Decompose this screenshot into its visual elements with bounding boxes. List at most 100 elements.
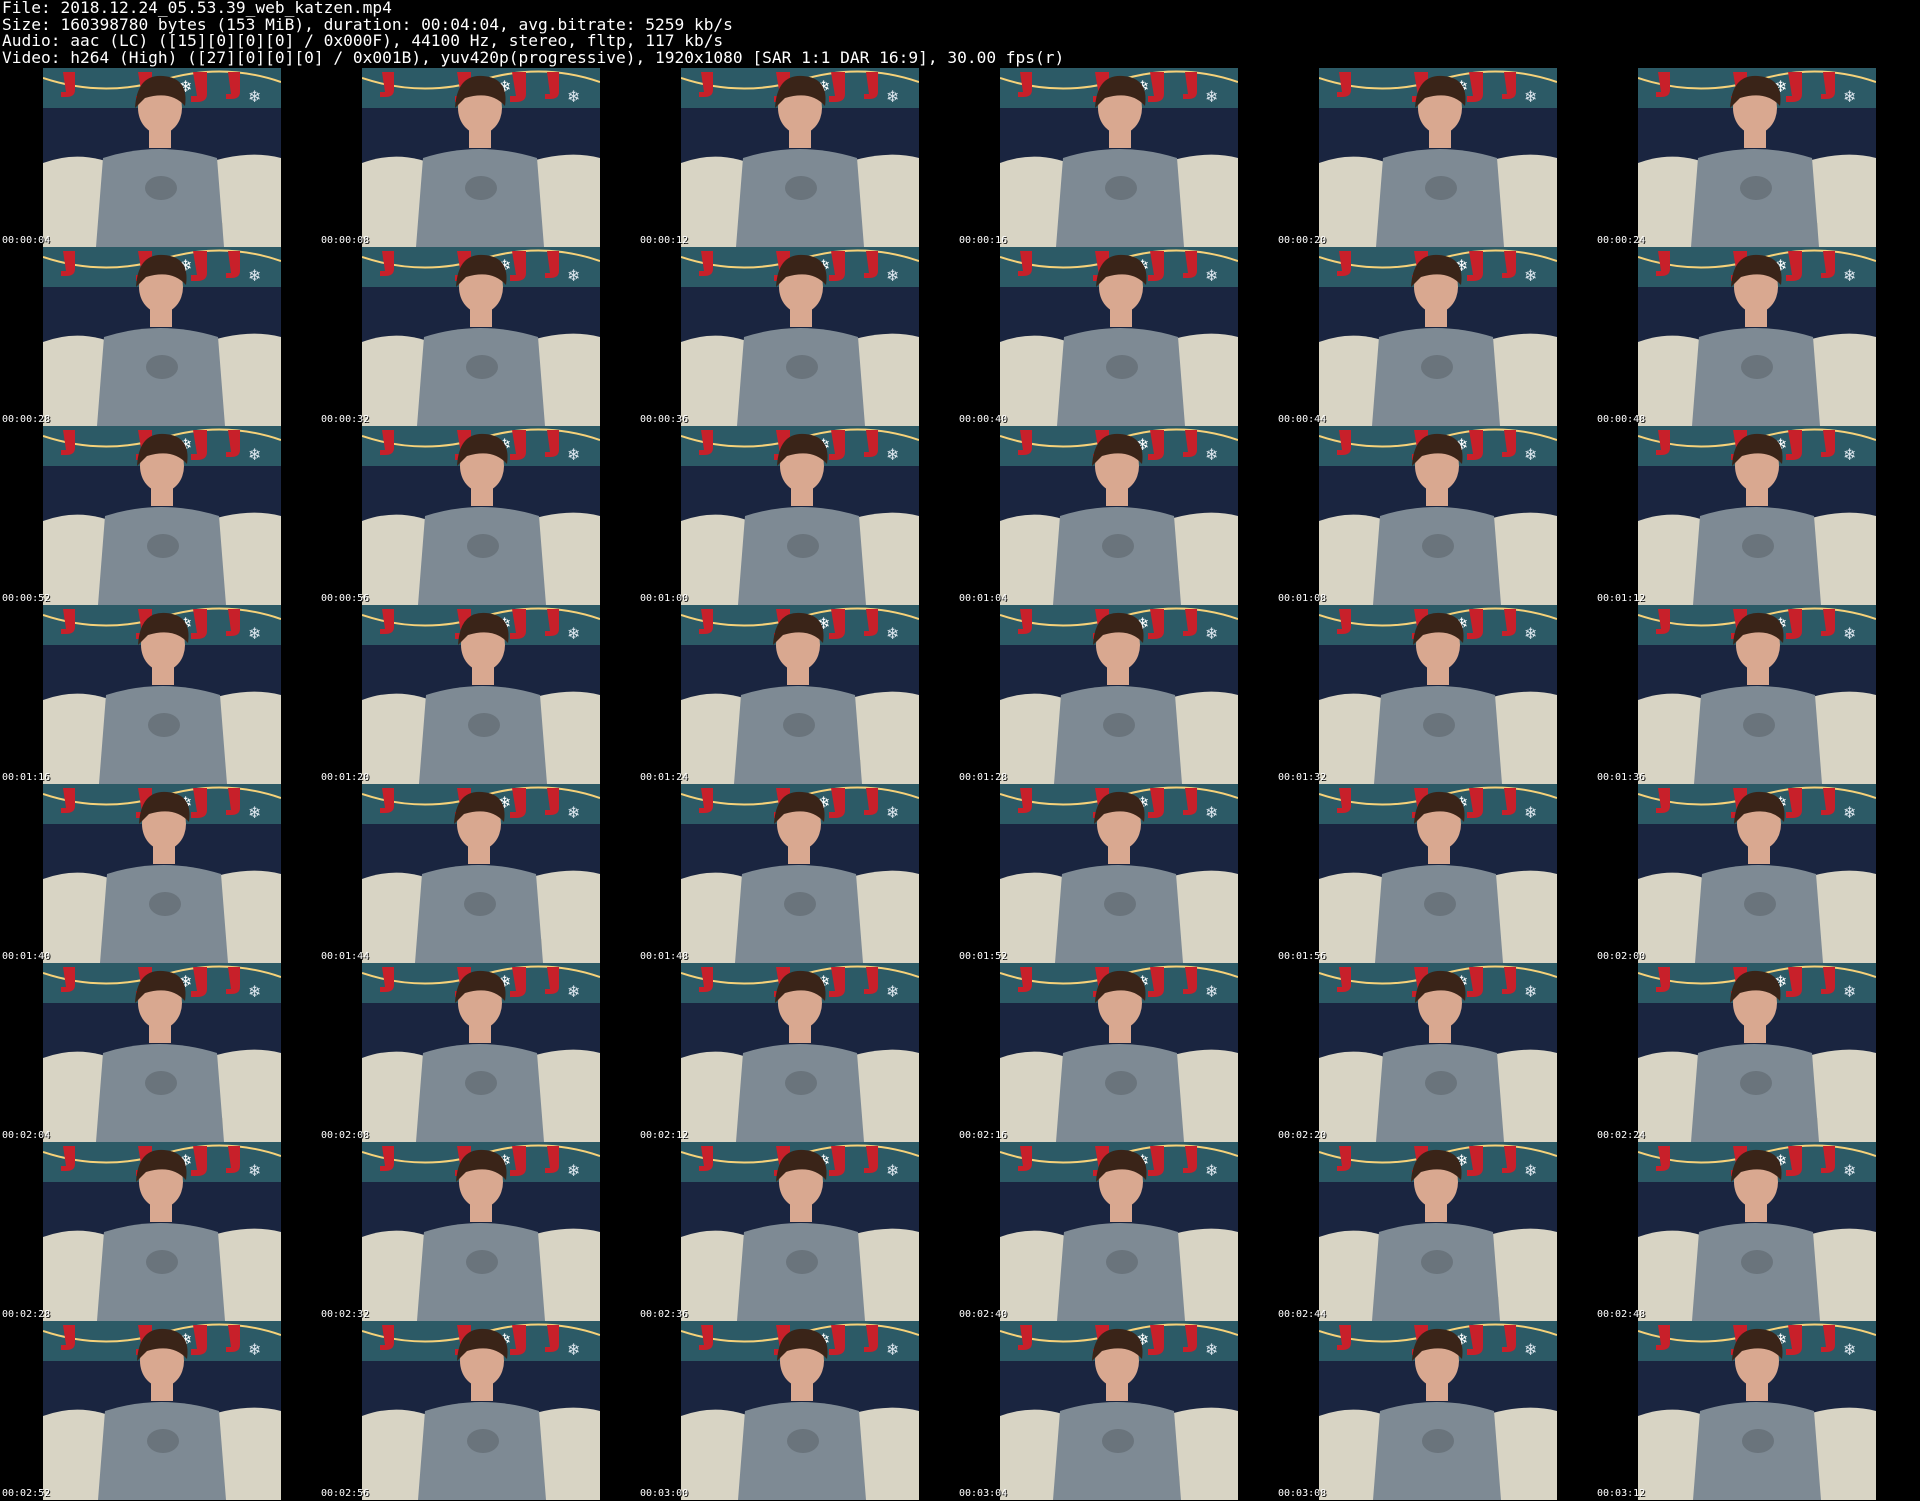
- thumbnail-frame: ❄❄: [1638, 963, 1876, 1142]
- thumbnail-cell: ❄ ❄ 00:02:28: [0, 1142, 320, 1321]
- thumbnail-cell: ❄ ❄ 00:03:08: [1276, 1321, 1596, 1500]
- thumbnail-cell: ❄ ❄ 00:01:12: [1595, 426, 1915, 605]
- video-frame-image: ❄❄: [1319, 426, 1557, 605]
- thumbnail-timestamp: 00:01:24: [640, 772, 689, 783]
- svg-text:❄: ❄: [886, 1161, 899, 1180]
- svg-text:❄: ❄: [1205, 982, 1218, 1001]
- thumbnail-cell: ❄❄00:01:56: [1276, 784, 1596, 963]
- svg-text:❄: ❄: [248, 803, 261, 822]
- svg-text:❄: ❄: [1843, 624, 1856, 643]
- thumbnail-cell: ❄ ❄ 00:03:04: [957, 1321, 1277, 1500]
- thumbnail-timestamp: 00:02:00: [1597, 951, 1646, 962]
- thumbnail-cell: ❄❄00:02:40: [957, 1142, 1277, 1321]
- video-frame-image: ❄❄: [43, 605, 281, 784]
- video-frame-image: ❄❄: [1000, 1321, 1238, 1500]
- thumbnail-cell: ❄ ❄ 00:00:48: [1595, 247, 1915, 426]
- thumbnail-frame: ❄❄: [362, 426, 600, 605]
- svg-text:❄: ❄: [1524, 1340, 1537, 1359]
- thumbnail-timestamp: 00:03:08: [1278, 1488, 1327, 1499]
- thumbnail-frame: ❄❄: [1000, 247, 1238, 426]
- video-frame-image: ❄❄: [43, 963, 281, 1142]
- video-frame-image: ❄❄: [1638, 68, 1876, 247]
- thumbnail-cell: ❄❄00:02:16: [957, 963, 1277, 1142]
- video-frame-image: ❄❄: [1319, 68, 1557, 247]
- thumbnail-cell: ❄❄00:02:00: [1595, 784, 1915, 963]
- thumbnail-timestamp: 00:02:04: [2, 1130, 51, 1141]
- thumbnail-cell: ❄ ❄ 00:00:04: [0, 68, 320, 247]
- thumbnail-frame: ❄❄: [1638, 784, 1876, 963]
- thumbnail-cell: ❄❄00:00:40: [957, 247, 1277, 426]
- thumbnail-timestamp: 00:02:12: [640, 1130, 689, 1141]
- svg-text:❄: ❄: [567, 624, 580, 643]
- thumbnail-frame: ❄❄: [681, 784, 919, 963]
- thumbnail-timestamp: 00:01:12: [1597, 593, 1646, 604]
- thumbnail-timestamp: 00:02:28: [2, 1309, 51, 1320]
- video-frame-image: ❄❄: [362, 605, 600, 784]
- thumbnail-frame: ❄❄: [362, 605, 600, 784]
- thumbnail-frame: ❄❄: [1319, 426, 1557, 605]
- svg-text:❄: ❄: [1524, 803, 1537, 822]
- svg-text:❄: ❄: [886, 624, 899, 643]
- thumbnail-timestamp: 00:01:00: [640, 593, 689, 604]
- video-frame-image: ❄❄: [1319, 247, 1557, 426]
- svg-text:❄: ❄: [886, 803, 899, 822]
- video-frame-image: ❄❄: [1638, 426, 1876, 605]
- thumbnail-frame: ❄❄: [1319, 605, 1557, 784]
- thumbnail-timestamp: 00:03:04: [959, 1488, 1008, 1499]
- thumbnail-frame: ❄❄: [1638, 426, 1876, 605]
- video-frame-image: ❄❄: [43, 1321, 281, 1500]
- svg-text:❄: ❄: [1524, 87, 1537, 106]
- video-frame-image: ❄❄: [681, 605, 919, 784]
- video-frame-image: ❄❄: [362, 1142, 600, 1321]
- thumbnail-frame: ❄❄: [1319, 1321, 1557, 1500]
- thumbnail-frame: ❄❄: [1638, 605, 1876, 784]
- thumbnail-timestamp: 00:00:52: [2, 593, 51, 604]
- thumbnail-cell: ❄ ❄ 00:02:48: [1595, 1142, 1915, 1321]
- thumbnail-frame: ❄❄: [1638, 68, 1876, 247]
- thumbnail-frame: ❄❄: [1319, 247, 1557, 426]
- thumbnail-frame: ❄❄: [1000, 1142, 1238, 1321]
- thumbnail-frame: ❄❄: [362, 1321, 600, 1500]
- svg-text:❄: ❄: [886, 982, 899, 1001]
- svg-text:❄: ❄: [1205, 87, 1218, 106]
- thumbnail-frame: ❄❄: [1638, 1321, 1876, 1500]
- thumbnail-cell: ❄ ❄ 00:03:12: [1595, 1321, 1915, 1500]
- thumbnail-cell: ❄ ❄ 00:02:52: [0, 1321, 320, 1500]
- thumbnail-timestamp: 00:02:52: [2, 1488, 51, 1499]
- thumbnail-timestamp: 00:00:40: [959, 414, 1008, 425]
- svg-text:❄: ❄: [1205, 803, 1218, 822]
- thumbnail-frame: ❄❄: [1319, 68, 1557, 247]
- video-frame-image: ❄❄: [1000, 426, 1238, 605]
- video-frame-image: ❄❄: [1000, 605, 1238, 784]
- thumbnail-frame: ❄❄: [681, 247, 919, 426]
- thumbnail-timestamp: 00:02:08: [321, 1130, 370, 1141]
- thumbnail-cell: ❄ ❄ 00:01:48: [638, 784, 958, 963]
- thumbnail-cell: ❄ ❄ 00:01:04: [957, 426, 1277, 605]
- thumbnail-cell: ❄❄00:00:36: [638, 247, 958, 426]
- video-frame-image: ❄❄: [1319, 1142, 1557, 1321]
- thumbnail-frame: ❄❄: [1000, 68, 1238, 247]
- thumbnail-cell: ❄ ❄ 00:02:32: [319, 1142, 639, 1321]
- thumbnail-cell: ❄❄00:01:00: [638, 426, 958, 605]
- thumbnail-frame: ❄❄: [43, 247, 281, 426]
- video-frame-image: ❄❄: [362, 1321, 600, 1500]
- svg-text:❄: ❄: [1205, 266, 1218, 285]
- thumbnail-cell: ❄❄00:01:40: [0, 784, 320, 963]
- video-frame-image: ❄❄: [681, 963, 919, 1142]
- thumbnail-timestamp: 00:00:44: [1278, 414, 1327, 425]
- thumbnail-frame: ❄❄: [1319, 963, 1557, 1142]
- svg-text:❄: ❄: [248, 266, 261, 285]
- thumbnail-cell: ❄❄00:02:36: [638, 1142, 958, 1321]
- thumbnail-cell: ❄❄00:03:00: [638, 1321, 958, 1500]
- thumbnail-cell: ❄ ❄ 00:00:08: [319, 68, 639, 247]
- thumbnail-cell: ❄ ❄ 00:01:44: [319, 784, 639, 963]
- thumbnail-timestamp: 00:01:40: [2, 951, 51, 962]
- thumbnail-frame: ❄❄: [43, 426, 281, 605]
- thumbnail-cell: ❄❄00:02:56: [319, 1321, 639, 1500]
- thumbnail-timestamp: 00:01:52: [959, 951, 1008, 962]
- thumbnail-cell: ❄ ❄ 00:01:24: [638, 605, 958, 784]
- thumbnail-frame: ❄❄: [362, 247, 600, 426]
- thumbnail-cell: ❄ ❄ 00:00:28: [0, 247, 320, 426]
- thumbnail-timestamp: 00:00:48: [1597, 414, 1646, 425]
- thumbnail-cell: ❄❄00:02:20: [1276, 963, 1596, 1142]
